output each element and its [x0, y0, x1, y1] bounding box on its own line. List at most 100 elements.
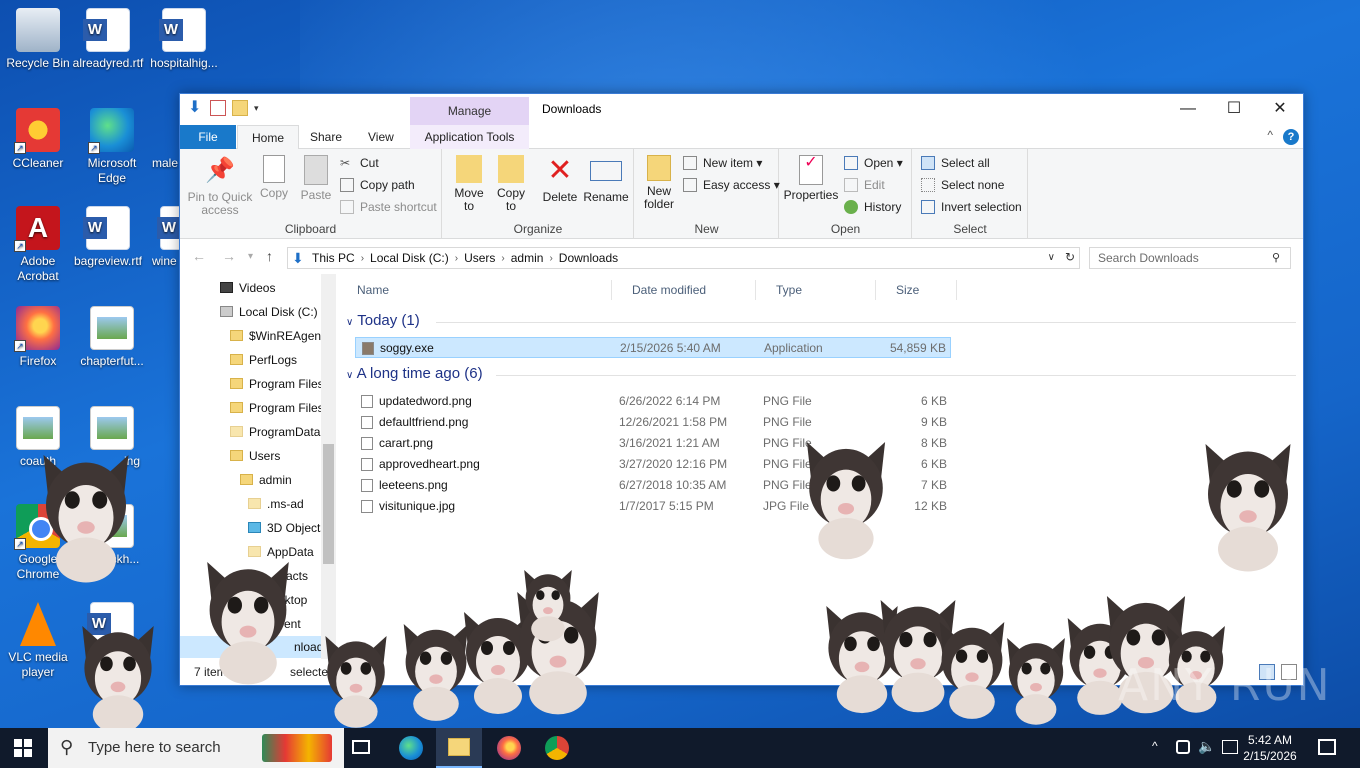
- nav-item-documents[interactable]: ent: [284, 613, 301, 635]
- copy-button[interactable]: Copy: [256, 155, 292, 200]
- taskbar-chrome[interactable]: [534, 728, 580, 768]
- desktop-icon-hospitalhig[interactable]: hospitalhig...: [146, 8, 222, 71]
- column-header-date[interactable]: Date modified: [612, 280, 756, 300]
- nav-item-videos[interactable]: Videos: [220, 277, 275, 299]
- folder-icon[interactable]: [232, 100, 248, 116]
- desktop-icon-leetackh[interactable]: leetackh...: [74, 504, 150, 567]
- table-row[interactable]: soggy.exe 2/15/2026 5:40 AM Application …: [355, 337, 951, 358]
- desktop-icon-vlc[interactable]: VLC media player: [0, 602, 76, 680]
- up-arrow-icon[interactable]: ↑: [266, 248, 273, 264]
- table-row[interactable]: visitunique.jpg 1/7/2017 5:15 PM JPG Fil…: [355, 496, 951, 517]
- forward-arrow-icon[interactable]: →: [222, 248, 236, 264]
- properties-button[interactable]: ✓ Properties: [782, 155, 840, 202]
- taskbar-firefox[interactable]: [486, 728, 532, 768]
- desktop-icon-acrobat[interactable]: ↗ Adobe Acrobat: [0, 206, 76, 284]
- recent-chevron-icon[interactable]: ▾: [248, 251, 253, 262]
- nav-item-3d-objects[interactable]: 3D Objects: [248, 517, 326, 539]
- desktop-icon-wine[interactable]: wine: [146, 206, 180, 269]
- ribbon-collapse-button[interactable]: ^: [1267, 128, 1273, 142]
- windows-start-icon[interactable]: [14, 739, 32, 757]
- task-view-button[interactable]: [338, 728, 384, 768]
- desktop-icon-alreadyred[interactable]: alreadyred.rtf: [70, 8, 146, 71]
- delete-button[interactable]: ✕ Delete: [539, 155, 581, 204]
- column-header-type[interactable]: Type: [756, 280, 876, 300]
- desktop-icon-f[interactable]: f: [74, 602, 150, 665]
- nav-item-desktop[interactable]: esktop: [272, 589, 307, 611]
- address-dropdown-icon[interactable]: ∨: [1048, 252, 1055, 263]
- file-list[interactable]: Name Date modified Type Size ∨ Today (1)…: [337, 274, 1303, 660]
- chevron-down-icon[interactable]: ▾: [254, 100, 270, 116]
- maximize-button[interactable]: ☐: [1211, 94, 1257, 124]
- scrollbar-thumb[interactable]: [323, 444, 334, 564]
- search-input[interactable]: Search Downloads: [1089, 247, 1291, 269]
- tab-share[interactable]: Share: [296, 125, 356, 149]
- nav-item-ms-ad[interactable]: .ms-ad: [248, 493, 304, 515]
- breadcrumb-downloads[interactable]: Downloads: [559, 251, 618, 265]
- desktop-icon-firefox[interactable]: ↗ Firefox: [0, 306, 76, 369]
- desktop-icon-bagreview[interactable]: bagreview.rtf: [70, 206, 146, 269]
- table-row[interactable]: approvedheart.png 3/27/2020 12:16 PM PNG…: [355, 454, 951, 475]
- close-button[interactable]: ✕: [1257, 94, 1303, 124]
- new-folder-button[interactable]: New folder: [639, 155, 679, 211]
- desktop-icon-ing[interactable]: ing: [74, 406, 150, 469]
- nav-item-programdata[interactable]: ProgramData: [230, 421, 320, 443]
- navigation-pane[interactable]: Videos Local Disk (C:) $WinREAgent PerfL…: [180, 274, 336, 660]
- tray-chevron-up-icon[interactable]: ^: [1152, 739, 1158, 753]
- table-row[interactable]: defaultfriend.png 12/26/2021 1:58 PM PNG…: [355, 412, 951, 433]
- address-bar[interactable]: ⬇ This PC › Local Disk (C:) › Users › admin…: [287, 247, 1080, 269]
- nav-scrollbar[interactable]: [321, 274, 336, 660]
- desktop-icon-male[interactable]: male: [144, 108, 180, 171]
- invert-selection-button[interactable]: Invert selection: [921, 197, 1022, 217]
- select-all-button[interactable]: Select all: [921, 153, 990, 173]
- nav-item-winreagent[interactable]: $WinREAgent: [230, 325, 324, 347]
- breadcrumb-admin[interactable]: admin: [511, 251, 544, 265]
- table-row[interactable]: leeteens.png 6/27/2018 10:35 AM PNG File…: [355, 475, 951, 496]
- edit-button[interactable]: Edit: [844, 175, 885, 195]
- tab-file[interactable]: File: [180, 125, 236, 149]
- notification-center-icon[interactable]: [1318, 739, 1336, 755]
- column-header-size[interactable]: Size: [876, 280, 957, 300]
- history-button[interactable]: History: [844, 197, 901, 217]
- pin-quick-access-button[interactable]: 📌 Pin to Quick access: [186, 155, 254, 217]
- breadcrumb-users[interactable]: Users: [464, 251, 495, 265]
- title-bar[interactable]: ⬇ ▾ Manage Downloads — ☐ ✕: [180, 94, 1303, 125]
- new-item-button[interactable]: New item ▾: [683, 153, 762, 173]
- nav-item-users[interactable]: Users: [230, 445, 280, 467]
- manage-context-tab[interactable]: Manage: [410, 97, 529, 125]
- desktop-icon-recycle-bin[interactable]: Recycle Bin: [0, 8, 76, 71]
- file-explorer-window[interactable]: ⬇ ▾ Manage Downloads — ☐ ✕ File Home Sha…: [179, 93, 1304, 686]
- help-icon[interactable]: ?: [1283, 129, 1299, 145]
- tab-view[interactable]: View: [354, 125, 408, 149]
- taskbar-clock[interactable]: 5:42 AM 2/15/2026: [1240, 732, 1300, 764]
- breadcrumb-local-disk[interactable]: Local Disk (C:): [370, 251, 449, 265]
- refresh-icon[interactable]: ↻: [1065, 250, 1075, 264]
- cut-button[interactable]: ✂ Cut: [340, 153, 379, 173]
- group-header-long-ago[interactable]: ∨ A long time ago (6): [346, 365, 1296, 382]
- select-none-button[interactable]: Select none: [921, 175, 1004, 195]
- desktop-icon-edge[interactable]: ↗ Microsoft Edge: [74, 108, 150, 186]
- nav-item-program-files[interactable]: Program Files: [230, 373, 324, 395]
- desktop-icon-chrome[interactable]: ↗ Google Chrome: [0, 504, 76, 582]
- nav-item-contacts[interactable]: ntacts: [276, 565, 308, 587]
- taskbar-file-explorer[interactable]: [436, 728, 482, 768]
- desktop-icon-ccleaner[interactable]: ↗ CCleaner: [0, 108, 76, 171]
- search-highlight-gift-icon[interactable]: [262, 734, 332, 762]
- easy-access-button[interactable]: Easy access ▾: [683, 175, 780, 195]
- nav-item-appdata[interactable]: AppData: [248, 541, 314, 563]
- table-row[interactable]: carart.png 3/16/2021 1:21 AM PNG File 8 …: [355, 433, 951, 454]
- nav-item-local-disk[interactable]: Local Disk (C:): [220, 301, 318, 323]
- minimize-button[interactable]: —: [1165, 94, 1211, 124]
- column-header-name[interactable]: Name: [337, 280, 612, 300]
- tab-application-tools[interactable]: Application Tools: [410, 125, 529, 149]
- tray-keyboard-icon[interactable]: [1222, 740, 1238, 754]
- copy-path-button[interactable]: Copy path: [340, 175, 415, 195]
- desktop-icon-coauth[interactable]: coauth: [0, 406, 76, 469]
- paste-shortcut-button[interactable]: Paste shortcut: [340, 197, 437, 217]
- nav-item-program-files-x86[interactable]: Program Files: [230, 397, 324, 419]
- properties-check-icon[interactable]: [210, 100, 226, 116]
- nav-item-admin[interactable]: admin: [240, 469, 292, 491]
- back-arrow-icon[interactable]: ←: [192, 248, 206, 264]
- move-to-button[interactable]: Move to: [449, 155, 489, 213]
- nav-item-downloads[interactable]: nload: [180, 636, 323, 658]
- desktop-icon-chapterfut[interactable]: chapterfut...: [74, 306, 150, 369]
